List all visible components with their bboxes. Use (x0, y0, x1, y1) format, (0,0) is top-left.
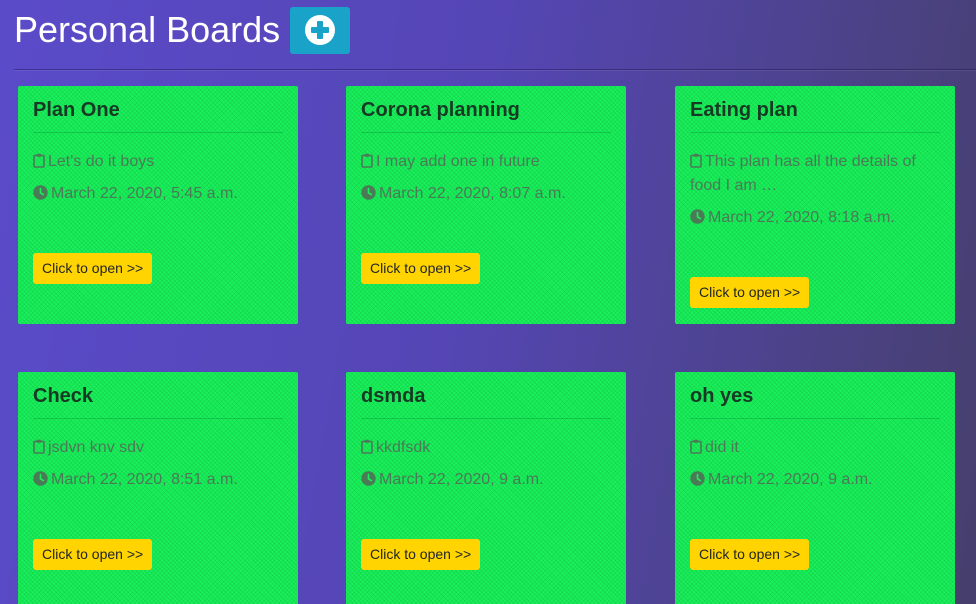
board-card: Eating plan This plan has all the detail… (675, 86, 955, 324)
page-header: Personal Boards (14, 6, 351, 54)
board-title: oh yes (690, 384, 940, 419)
clipboard-icon (33, 153, 45, 168)
clipboard-icon (361, 153, 373, 168)
board-description: jsdvn knv sdv (48, 439, 145, 456)
clock-icon (690, 209, 705, 224)
clock-icon (690, 471, 705, 486)
open-board-button[interactable]: Click to open >> (33, 253, 153, 284)
board-description: I may add one in future (376, 153, 540, 170)
clipboard-icon (690, 439, 702, 454)
open-board-button[interactable]: Click to open >> (690, 277, 810, 308)
board-description: kkdfsdk (376, 439, 431, 456)
board-description: did it (705, 439, 739, 456)
board-card: Corona planning I may add one in future … (346, 86, 626, 324)
board-date: March 22, 2020, 9 a.m. (379, 471, 544, 488)
board-date: March 22, 2020, 9 a.m. (708, 471, 873, 488)
clock-icon (33, 185, 48, 200)
add-board-button[interactable] (290, 6, 351, 54)
board-date: March 22, 2020, 5:45 a.m. (51, 185, 238, 202)
board-title: dsmda (361, 384, 611, 419)
board-description: Let's do it boys (48, 153, 155, 170)
plus-circle-icon (305, 15, 336, 45)
board-date: March 22, 2020, 8:18 a.m. (708, 209, 895, 226)
clipboard-icon (690, 153, 702, 168)
board-date: March 22, 2020, 8:51 a.m. (51, 471, 238, 488)
board-date: March 22, 2020, 8:07 a.m. (379, 185, 566, 202)
board-card: dsmda kkdfsdk March 22, 2020, 9 a.m. Cli… (346, 372, 626, 604)
board-card: Check jsdvn knv sdv March 22, 2020, 8:51… (18, 372, 298, 604)
clipboard-icon (33, 439, 45, 454)
board-title: Eating plan (690, 98, 940, 133)
clipboard-icon (361, 439, 373, 454)
board-description: This plan has all the details of food I … (690, 153, 916, 194)
open-board-button[interactable]: Click to open >> (690, 539, 810, 570)
board-title: Corona planning (361, 98, 611, 133)
board-card: Plan One Let's do it boys March 22, 2020… (18, 86, 298, 324)
open-board-button[interactable]: Click to open >> (361, 253, 481, 284)
open-board-button[interactable]: Click to open >> (361, 539, 481, 570)
clock-icon (361, 471, 376, 486)
header-divider (14, 69, 976, 71)
page-title: Personal Boards (14, 9, 281, 50)
clock-icon (33, 471, 48, 486)
board-title: Check (33, 384, 283, 419)
board-title: Plan One (33, 98, 283, 133)
board-card: oh yes did it March 22, 2020, 9 a.m. Cli… (675, 372, 955, 604)
open-board-button[interactable]: Click to open >> (33, 539, 153, 570)
clock-icon (361, 185, 376, 200)
